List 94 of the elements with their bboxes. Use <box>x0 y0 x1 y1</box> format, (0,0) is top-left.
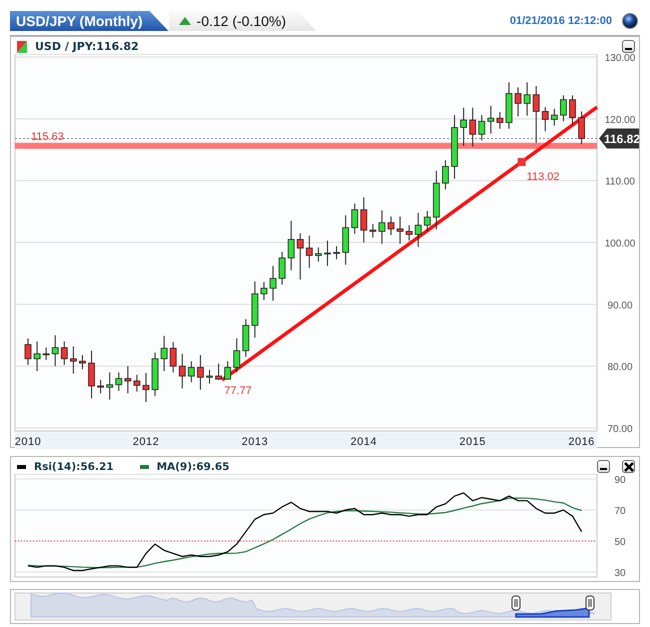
candlestick <box>369 223 376 238</box>
candlestick <box>70 346 77 374</box>
candlestick <box>124 366 132 394</box>
candlestick <box>342 214 350 266</box>
candlestick <box>532 86 540 144</box>
x-axis-label: 2013 <box>242 436 268 448</box>
y-axis-label: 90.00 <box>607 300 633 312</box>
candlestick <box>224 360 232 380</box>
candlestick <box>378 210 386 244</box>
y-axis-label: 50 <box>614 537 626 548</box>
y-axis-label: 90 <box>614 475 626 486</box>
candlestick <box>414 212 422 248</box>
x-axis-label: 2015 <box>459 436 486 448</box>
timestamp: 01/21/2016 12:12:00 <box>510 15 612 27</box>
trend-line[interactable] <box>221 106 598 382</box>
x-axis-label: 2014 <box>350 436 378 448</box>
candlestick <box>79 354 86 370</box>
candlestick <box>242 318 250 358</box>
y-axis-label: 30 <box>614 568 626 578</box>
candlestick <box>106 372 114 400</box>
y-axis-label: 80.00 <box>607 362 633 374</box>
candlestick <box>296 232 304 280</box>
chart-title-tab[interactable]: USD/JPY (Monthly) <box>10 11 169 31</box>
candlestick <box>360 196 368 243</box>
minimize-button[interactable] <box>622 40 635 53</box>
candlestick <box>197 354 204 390</box>
candlestick <box>451 114 458 180</box>
candlestick <box>278 251 286 286</box>
candlestick <box>351 203 358 234</box>
candlestick <box>270 266 276 302</box>
candlestick <box>152 352 158 396</box>
y-axis-label: 100.00 <box>604 238 636 250</box>
candlestick <box>88 350 95 399</box>
horizontal-line-label: 115.63 <box>31 130 64 143</box>
symbol-icon <box>17 40 27 52</box>
candlestick <box>188 360 195 383</box>
candlestick <box>560 94 567 122</box>
candlestick <box>542 106 549 132</box>
candlestick <box>288 220 295 271</box>
trend-start-label: 77.77 <box>224 384 252 397</box>
minimize-button[interactable] <box>597 460 610 473</box>
candlestick <box>52 334 59 367</box>
trend-point-label: 113.02 <box>526 171 560 183</box>
y-axis-label: 120.00 <box>604 114 636 126</box>
candlestick <box>442 160 449 190</box>
close-button[interactable] <box>622 460 635 473</box>
y-axis-label: 110.00 <box>605 176 635 188</box>
candlestick <box>134 374 140 392</box>
candlestick <box>24 338 32 366</box>
candlestick <box>569 94 576 125</box>
candlestick <box>514 86 522 117</box>
candlestick <box>115 372 122 392</box>
candlestick <box>432 170 440 230</box>
candlestick <box>388 216 394 236</box>
candlestick <box>233 338 240 373</box>
candlestick <box>478 114 486 141</box>
y-axis-label: 130.00 <box>604 54 636 64</box>
candlestick <box>34 340 40 372</box>
candlestick <box>396 216 404 244</box>
candlestick <box>251 280 258 338</box>
candlestick <box>487 105 494 134</box>
candlestick <box>506 82 512 130</box>
x-axis-label: 2016 <box>568 436 595 448</box>
candlestick <box>550 108 558 126</box>
candlestick <box>333 246 340 260</box>
x-axis-label: 2010 <box>14 436 42 448</box>
candlestick <box>524 82 531 116</box>
candlestick <box>406 224 413 242</box>
candlestick <box>178 353 186 389</box>
candlestick <box>142 372 150 403</box>
candlestick <box>97 379 104 394</box>
symbol-price-label: USD / JPY:116.82 <box>35 40 139 53</box>
y-axis-label: 70 <box>614 506 626 517</box>
legend-label: MA(9):69.65 <box>156 460 230 472</box>
candlestick <box>206 369 213 384</box>
y-axis-label: 70.00 <box>607 424 633 435</box>
candlestick <box>460 107 467 147</box>
candlestick <box>324 240 331 266</box>
candlestick <box>469 107 476 148</box>
x-axis-label: 2012 <box>132 436 160 448</box>
candlestick <box>496 112 504 130</box>
legend-label: Rsi(14):56.21 <box>34 460 114 472</box>
candlestick <box>215 363 222 380</box>
candlestick <box>170 342 177 373</box>
candlestick <box>160 335 168 372</box>
candlestick <box>60 340 68 366</box>
candlestick <box>578 110 585 145</box>
price-change: -0.12 (-0.10%) <box>196 13 286 29</box>
candlestick <box>315 246 322 262</box>
candlestick <box>306 235 313 268</box>
candlestick <box>42 347 50 360</box>
range-selector[interactable] <box>512 596 594 618</box>
candlestick <box>424 210 431 232</box>
candlestick <box>260 282 268 300</box>
